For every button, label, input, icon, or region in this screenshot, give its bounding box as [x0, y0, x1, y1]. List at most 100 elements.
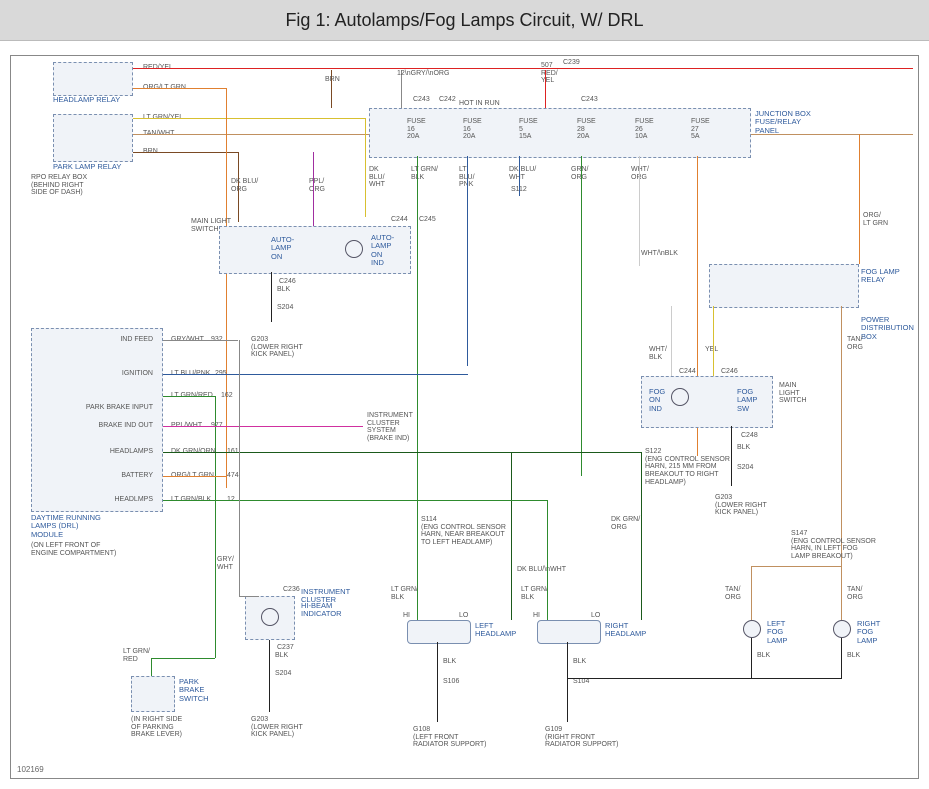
s106: S106: [443, 678, 459, 686]
fuse-5: FUSE 27 5A: [691, 118, 710, 141]
c236: C236: [283, 586, 300, 594]
autolamp-on-ind: AUTO- LAMP ON IND: [371, 234, 394, 267]
s147: S147 (ENG CONTROL SENSOR HARN, IN LEFT F…: [791, 530, 876, 561]
s114: S114 (ENG CONTROL SENSOR HARN, NEAR BREA…: [421, 516, 506, 547]
c237: C237: [277, 644, 294, 652]
drl-module-box: [31, 328, 163, 512]
blk-hb: BLK: [275, 652, 288, 660]
c243-2: C243: [581, 96, 598, 104]
w-redyel2: 507 RED/ YEL: [541, 62, 558, 85]
c245: C245: [419, 216, 436, 224]
c244-2: C244: [679, 368, 696, 376]
main-light-sw2: MAIN LIGHT SWITCH: [779, 382, 807, 405]
hot-in-run: HOT IN RUN: [459, 100, 500, 108]
w-tanorg-l: TAN/ ORG: [725, 586, 741, 601]
hi-beam-icon: [261, 608, 279, 626]
fuse-0: FUSE 16 20A: [407, 118, 426, 141]
right-headlamp: RIGHT HEADLAMP: [605, 622, 646, 639]
g203-2: G203 (LOWER RIGHT KICK PANEL): [715, 494, 767, 517]
w-grnorg: GRN/ ORG: [571, 166, 589, 181]
drl-p0-l: IND FEED: [97, 336, 153, 344]
ltgrnblk-l: LT GRN/ BLK: [391, 586, 418, 601]
right-headlamp-box: [537, 620, 601, 644]
drl-p7-l: BATTERY: [97, 472, 153, 480]
drl-p3-c: 162: [221, 392, 233, 400]
hi2: HI: [533, 612, 540, 620]
drl-module-loc: (ON LEFT FRONT OF ENGINE COMPARTMENT): [31, 542, 116, 557]
wiring-diagram: HEADLAMP RELAY PARK LAMP RELAY RPO RELAY…: [10, 55, 919, 779]
ltgrnblk-r: LT GRN/ BLK: [521, 586, 548, 601]
rpo-relay-box-label: RPO RELAY BOX (BEHIND RIGHT SIDE OF DASH…: [31, 174, 87, 197]
inst-cluster-sys: INSTRUMENT CLUSTER SYSTEM (BRAKE IND): [367, 412, 413, 443]
w-dkbluwht2: DK BLU/ WHT: [509, 166, 536, 181]
park-brake-sw-box: [131, 676, 175, 712]
fog-lamp-sw: FOG LAMP SW: [737, 388, 757, 413]
headlamp-relay-label: HEADLAMP RELAY: [53, 96, 120, 104]
hi1: HI: [403, 612, 410, 620]
s104: S104: [573, 678, 589, 686]
parklamp-relay-label: PARK LAMP RELAY: [53, 163, 121, 171]
c246-2: C246: [721, 368, 738, 376]
blk-rh: BLK: [573, 658, 586, 666]
c244: C244: [391, 216, 408, 224]
autolamp-lamp-icon: [345, 240, 363, 258]
w-pplorg: PPL/ ORG: [309, 178, 325, 193]
s122: S122 (ENG CONTROL SENSOR HARN, 215 MM FR…: [645, 448, 730, 486]
left-fog-lamp: LEFT FOG LAMP: [767, 620, 787, 645]
w-tanorg-r2: TAN/ ORG: [847, 586, 863, 601]
lo2: LO: [591, 612, 600, 620]
left-fog-lamp-icon: [743, 620, 761, 638]
g109: G109 (RIGHT FRONT RADIATOR SUPPORT): [545, 726, 619, 749]
w-dkbluorg: DK BLU/ ORG: [231, 178, 258, 193]
drl-p6-l: HEADLAMPS: [87, 448, 153, 456]
g108: G108 (LEFT FRONT RADIATOR SUPPORT): [413, 726, 487, 749]
parklamp-relay-box: [53, 114, 133, 162]
fog-on-ind: FOG ON IND: [649, 388, 665, 413]
w-brn2: BRN: [325, 76, 340, 84]
autolamp-on: AUTO- LAMP ON: [271, 236, 294, 261]
left-headlamp: LEFT HEADLAMP: [475, 622, 516, 639]
w-dkbluwht3: DK BLU/\nWHT: [517, 566, 566, 574]
headlamp-relay-box: [53, 62, 133, 96]
junction-box-label: JUNCTION BOX FUSE/RELAY PANEL: [755, 110, 811, 135]
s204-1: S204: [277, 304, 293, 312]
lo1: LO: [459, 612, 468, 620]
s204-3: S204: [275, 670, 291, 678]
left-headlamp-box: [407, 620, 471, 644]
fuse-4: FUSE 26 10A: [635, 118, 654, 141]
c242-1: C242: [439, 96, 456, 104]
c239: C239: [563, 59, 580, 67]
c243-1: C243: [413, 96, 430, 104]
blk-rf: BLK: [847, 652, 860, 660]
w-ltgrnred: LT GRN/ RED: [123, 648, 150, 663]
fuse-2: FUSE 5 15A: [519, 118, 538, 141]
w-whtblk: WHT/ BLK: [649, 346, 667, 361]
fog-ind-icon: [671, 388, 689, 406]
figure-title: Fig 1: Autolamps/Fog Lamps Circuit, W/ D…: [0, 0, 929, 41]
blk1: BLK: [277, 286, 290, 294]
right-fog-lamp-icon: [833, 620, 851, 638]
drl-p4-l: PARK BRAKE INPUT: [69, 404, 153, 412]
w-dkgrnorg: DK GRN/ ORG: [611, 516, 640, 531]
fog-lamp-relay-box: [709, 264, 859, 308]
blk-fog: BLK: [737, 444, 750, 452]
park-brake-loc: (IN RIGHT SIDE OF PARKING BRAKE LEVER): [131, 716, 182, 739]
g203-1: G203 (LOWER RIGHT KICK PANEL): [251, 336, 303, 359]
w-yel: YEL: [705, 346, 718, 354]
w-gryorg: 12\nGRY/\nORG: [397, 70, 449, 78]
inst-cluster-label: INSTRUMENT CLUSTER: [301, 588, 350, 605]
drl-p2-l: IGNITION: [97, 370, 153, 378]
fog-lamp-relay-label: FOG LAMP RELAY: [861, 268, 900, 285]
blk-lf: BLK: [757, 652, 770, 660]
image-id: 102169: [17, 765, 44, 774]
fuse-3: FUSE 28 20A: [577, 118, 596, 141]
right-fog-lamp: RIGHT FOG LAMP: [857, 620, 880, 645]
g203-3: G203 (LOWER RIGHT KICK PANEL): [251, 716, 303, 739]
drl-p8-l: HEADLMPS: [87, 496, 153, 504]
w-grywht: GRY/ WHT: [217, 556, 234, 571]
drl-module-title: DAYTIME RUNNING LAMPS (DRL) MODULE: [31, 514, 101, 539]
drl-p7-c: 474: [227, 472, 239, 480]
c246: C246: [279, 278, 296, 286]
c248: C248: [741, 432, 758, 440]
fuse-1: FUSE 16 20A: [463, 118, 482, 141]
